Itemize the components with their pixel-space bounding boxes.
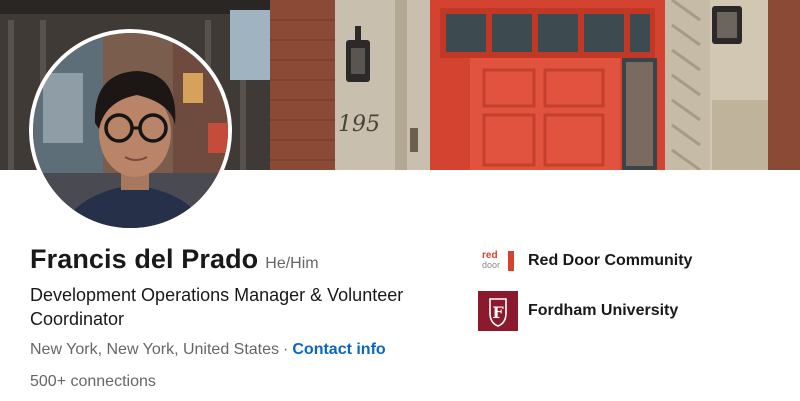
red-door-logo: red door [478, 241, 518, 281]
location-row: New York, New York, United States · Contac… [30, 341, 386, 359]
org-item-fordham[interactable]: F Fordham University [478, 291, 678, 331]
separator-dot: · [283, 341, 289, 358]
avatar-photo [33, 33, 228, 228]
profile-avatar[interactable] [29, 29, 232, 232]
fordham-logo-graphic: F [478, 291, 518, 331]
profile-name: Francis del Prado [30, 244, 259, 274]
org-item-red-door[interactable]: red door Red Door Community [478, 241, 692, 281]
org-name-red-door: Red Door Community [528, 252, 693, 269]
profile-headline: Development Operations Manager & Volunte… [30, 285, 404, 329]
name-row: Francis del Prado He/Him [30, 244, 319, 275]
fordham-logo: F [478, 291, 518, 331]
connections-count: 500+ connections [30, 373, 156, 390]
contact-info-link[interactable]: Contact info [292, 341, 385, 358]
red-door-logo-text-bottom: door [482, 260, 500, 270]
building-number: 195 [338, 112, 380, 137]
profile-location: New York, New York, United States [30, 341, 280, 358]
fordham-logo-letter: F [492, 303, 504, 322]
red-door-logo-graphic: red door [478, 241, 518, 281]
org-name-fordham: Fordham University [528, 302, 679, 319]
profile-pronouns: He/Him [265, 255, 319, 272]
